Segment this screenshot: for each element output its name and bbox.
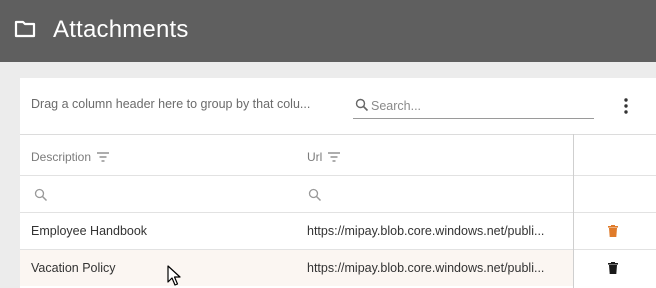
filter-search-icon[interactable] — [308, 188, 322, 202]
group-panel-hint: Drag a column header here to group by th… — [31, 97, 311, 111]
table-row[interactable]: Employee Handbook https://mipay.blob.cor… — [20, 213, 573, 249]
filter-icon[interactable] — [97, 152, 110, 162]
column-header-url[interactable]: Url — [307, 150, 341, 164]
filter-search-icon[interactable] — [34, 188, 48, 202]
grid-toolbar: Drag a column header here to group by th… — [20, 78, 656, 135]
filter-icon[interactable] — [328, 152, 341, 162]
delete-icon[interactable] — [608, 262, 618, 274]
divider — [20, 134, 656, 135]
more-options-icon[interactable] — [620, 96, 632, 116]
search-box[interactable] — [353, 96, 594, 119]
table-row[interactable]: Vacation Policy https://mipay.blob.core.… — [20, 250, 573, 286]
column-header-description[interactable]: Description — [31, 150, 110, 164]
app-header: Attachments — [0, 0, 656, 62]
column-header-label: Description — [31, 150, 92, 164]
delete-icon[interactable] — [608, 225, 618, 237]
url-cell: https://mipay.blob.core.windows.net/publ… — [307, 261, 545, 275]
url-cell: https://mipay.blob.core.windows.net/publ… — [307, 224, 545, 238]
attachments-grid: Drag a column header here to group by th… — [20, 78, 656, 288]
column-header-label: Url — [307, 150, 323, 164]
column-separator — [573, 134, 574, 288]
mouse-cursor-icon — [167, 265, 181, 286]
search-input[interactable] — [371, 96, 586, 116]
page-title: Attachments — [53, 16, 189, 43]
folder-icon — [14, 20, 36, 38]
search-icon — [355, 98, 369, 112]
divider — [20, 175, 656, 176]
description-cell: Employee Handbook — [31, 224, 148, 238]
description-cell: Vacation Policy — [31, 261, 116, 275]
